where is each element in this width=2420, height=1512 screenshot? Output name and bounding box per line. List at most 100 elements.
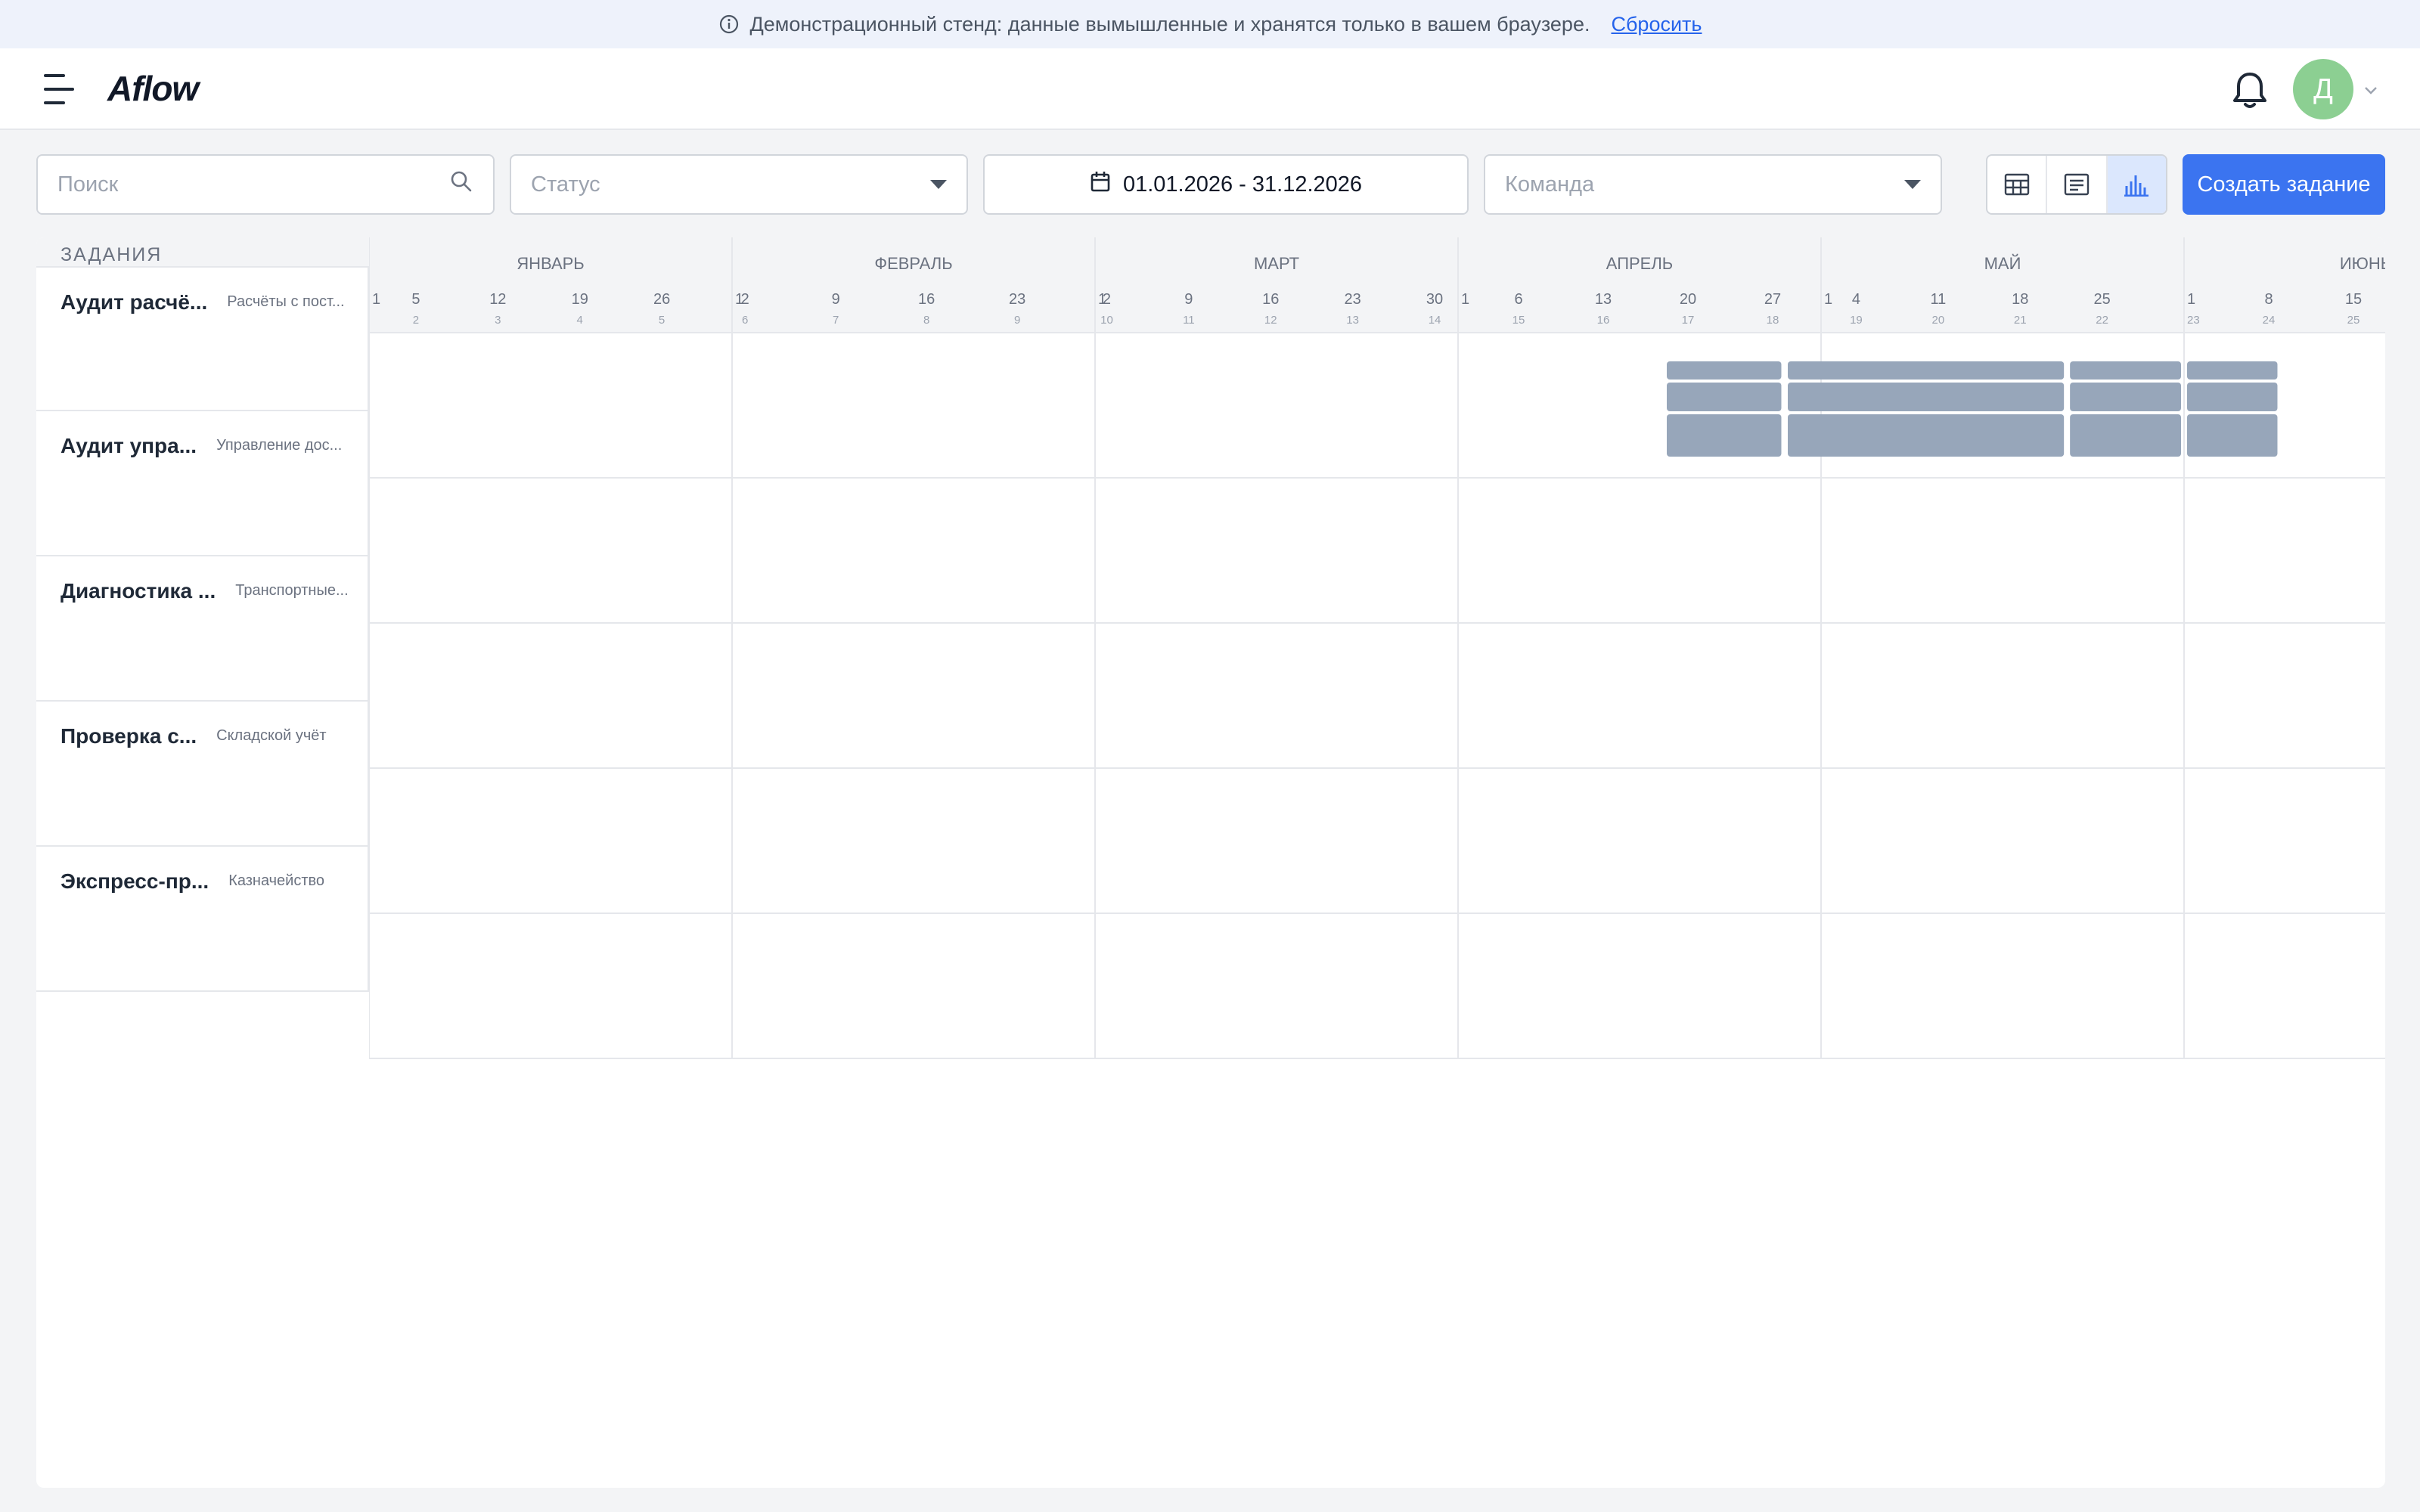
info-icon — [718, 14, 740, 35]
week-tick-label: 15 — [1512, 314, 1525, 327]
day-tick-label: 9 — [1184, 291, 1193, 308]
gantt-bar — [1667, 383, 1782, 411]
task-title: Проверка с... — [60, 724, 197, 748]
week-tick-label: 4 — [577, 314, 583, 327]
day-tick-label: 1 — [372, 291, 380, 308]
team-placeholder: Команда — [1505, 172, 1595, 197]
search-input[interactable]: Поиск — [36, 154, 495, 215]
day-tick-label: 2 — [1103, 291, 1111, 308]
task-title: Диагностика ... — [60, 579, 216, 603]
day-tick-label: 5 — [411, 291, 420, 308]
task-row[interactable]: Аудит упра... Управление дос... — [36, 411, 369, 556]
month-label: ИЮНЬ — [2340, 254, 2385, 273]
month-label: МАЙ — [1984, 254, 2021, 273]
timeline-header-bg — [369, 237, 2385, 333]
day-tick-label: 18 — [2012, 291, 2028, 308]
day-tick-label: 13 — [1595, 291, 1612, 308]
gantt-bar — [1667, 361, 1782, 380]
team-select[interactable]: Команда — [1484, 154, 1942, 215]
week-tick-label: 3 — [495, 314, 501, 327]
task-subtitle: Управление дос... — [216, 437, 343, 454]
day-tick-label: 1 — [2187, 291, 2195, 308]
avatar[interactable]: Д — [2293, 59, 2353, 119]
calendar-icon — [1090, 170, 1111, 199]
gantt-panel: ЗАДАНИЯ Аудит расчё... Расчёты с пост... А… — [36, 237, 2385, 1488]
task-subtitle: Транспортные... — [235, 582, 349, 599]
table-view-icon[interactable] — [1987, 156, 2048, 213]
week-tick-label: 21 — [2014, 314, 2027, 327]
search-icon[interactable] — [449, 169, 473, 200]
week-tick-label: 5 — [659, 314, 665, 327]
tasks-column: ЗАДАНИЯ Аудит расчё... Расчёты с пост... А… — [36, 237, 369, 992]
task-row[interactable]: Экспресс-пр... Казначейство — [36, 847, 369, 992]
task-subtitle: Складской учёт — [216, 727, 327, 744]
gantt-timeline: ЯНВАРЬ 1 5 2 12 3 19 4 26 5 ФЕВРАЛЬ 1 2 6 9 7 16 8 23 9 МАРТ… — [369, 237, 2385, 1488]
month-label: МАРТ — [1254, 254, 1299, 273]
task-subtitle: Казначейство — [228, 872, 325, 889]
gantt-bar — [2070, 361, 2181, 380]
day-tick-label: 4 — [1852, 291, 1860, 308]
week-tick-label: 18 — [1767, 314, 1779, 327]
day-tick-label: 16 — [1262, 291, 1279, 308]
month-label: ЯНВАРЬ — [517, 254, 585, 273]
task-title: Аудит расчё... — [60, 290, 208, 314]
task-row[interactable]: Аудит расчё... Расчёты с пост... — [36, 266, 369, 411]
date-range-value: 01.01.2026 - 31.12.2026 — [1122, 172, 1363, 197]
task-row[interactable]: Диагностика ... Транспортные... — [36, 556, 369, 702]
reset-link[interactable]: Сбросить — [1611, 13, 1702, 36]
gantt-bar — [1788, 414, 2065, 457]
week-tick-label: 25 — [2347, 314, 2360, 327]
chevron-down-icon[interactable] — [2363, 82, 2379, 98]
app-logo[interactable]: Aflow — [107, 68, 199, 109]
search-placeholder: Поиск — [57, 172, 119, 197]
day-tick-label: 23 — [1009, 291, 1025, 308]
day-tick-label: 20 — [1680, 291, 1696, 308]
burger-menu-icon[interactable] — [44, 74, 76, 104]
gantt-view-icon[interactable] — [2107, 156, 2166, 213]
day-tick-label: 2 — [741, 291, 749, 308]
gantt-bar — [2187, 383, 2278, 411]
week-tick-label: 13 — [1346, 314, 1359, 327]
task-row[interactable]: Проверка с... Складской учёт — [36, 702, 369, 847]
day-tick-label: 19 — [572, 291, 588, 308]
week-tick-label: 9 — [1014, 314, 1020, 327]
week-tick-label: 8 — [923, 314, 929, 327]
app-header: Aflow Д — [0, 48, 2420, 130]
week-tick-label: 14 — [1429, 314, 1441, 327]
week-tick-label: 10 — [1100, 314, 1113, 327]
caret-down-icon — [930, 180, 947, 189]
caret-down-icon — [1904, 180, 1921, 189]
day-tick-label: 27 — [1764, 291, 1781, 308]
month-label: ФЕВРАЛЬ — [874, 254, 952, 273]
create-task-button[interactable]: Создать задание — [2183, 154, 2385, 215]
gantt-bar — [2187, 361, 2278, 380]
day-tick-label: 6 — [1514, 291, 1522, 308]
list-view-icon[interactable] — [2047, 156, 2108, 213]
gantt-bar — [2070, 414, 2181, 457]
day-tick-label: 12 — [489, 291, 506, 308]
task-title: Аудит упра... — [60, 434, 197, 457]
week-tick-label: 23 — [2187, 314, 2200, 327]
bell-icon[interactable] — [2231, 70, 2269, 110]
week-tick-label: 12 — [1264, 314, 1277, 327]
gantt-chart: ЯНВАРЬ1 52123194265ФЕВРАЛЬ12697168239МАРТ… — [369, 237, 2385, 1059]
day-tick-label: 1 — [1461, 291, 1469, 308]
day-tick-label: 11 — [1930, 291, 1946, 308]
status-select[interactable]: Статус — [510, 154, 968, 215]
week-tick-label: 16 — [1597, 314, 1610, 327]
day-tick-label: 25 — [2093, 291, 2110, 308]
gantt-bar — [1667, 414, 1782, 457]
week-tick-label: 11 — [1183, 314, 1195, 327]
task-title: Экспресс-пр... — [60, 869, 209, 893]
day-tick-label: 23 — [1345, 291, 1361, 308]
day-tick-label: 9 — [832, 291, 840, 308]
week-tick-label: 7 — [833, 314, 839, 327]
date-range-picker[interactable]: 01.01.2026 - 31.12.2026 — [983, 154, 1469, 215]
week-tick-label: 17 — [1682, 314, 1695, 327]
day-tick-label: 1 — [1824, 291, 1832, 308]
week-tick-label: 20 — [1931, 314, 1944, 327]
status-placeholder: Статус — [531, 172, 600, 197]
week-tick-label: 19 — [1850, 314, 1863, 327]
week-tick-label: 6 — [742, 314, 748, 327]
day-tick-label: 16 — [918, 291, 935, 308]
